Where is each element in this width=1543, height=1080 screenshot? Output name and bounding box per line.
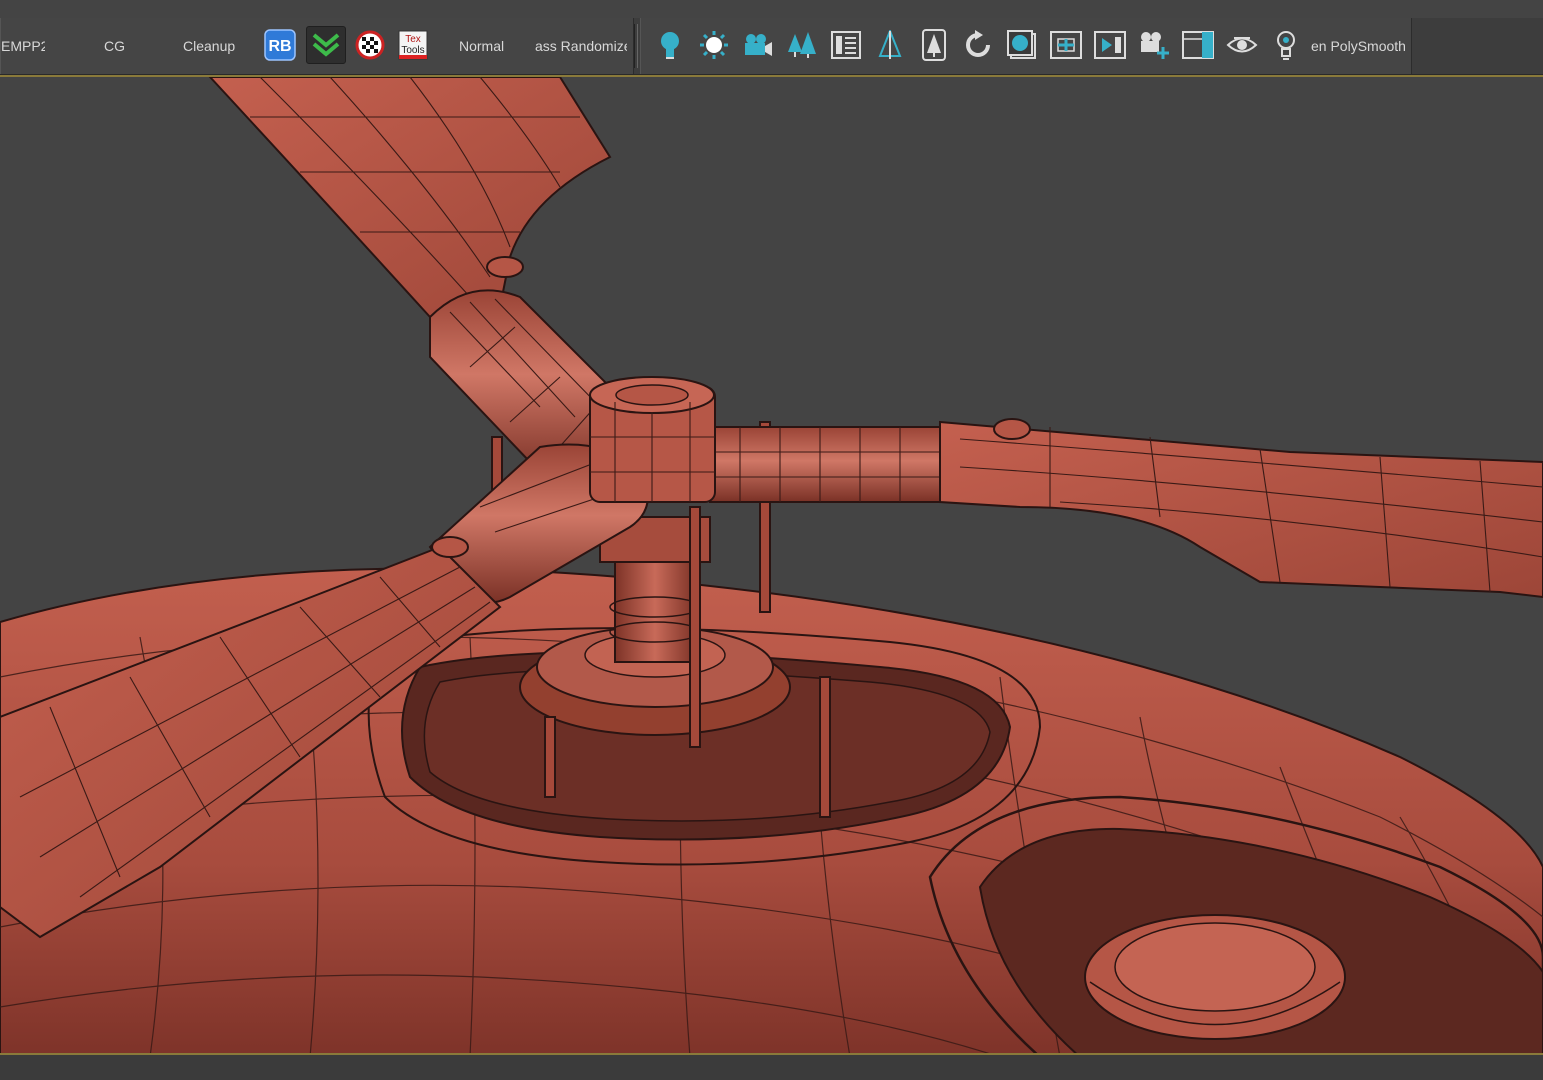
rotor-hub-wireframe-render <box>0 77 1543 1053</box>
viewport-frame-icon[interactable] <box>1181 28 1215 62</box>
camera-icon[interactable] <box>741 28 775 62</box>
normal-button[interactable]: Normal <box>459 37 504 55</box>
perspective-viewport[interactable] <box>0 75 1543 1055</box>
rb-label: RB <box>268 38 291 55</box>
render-frame-icon[interactable] <box>1005 28 1039 62</box>
mass-randomize-button[interactable]: ass Randomize <box>535 37 627 55</box>
rb-script-icon[interactable]: RB <box>263 28 297 62</box>
safe-frame-icon[interactable] <box>1049 28 1083 62</box>
rotor-blade-right <box>709 418 1543 599</box>
forest-icon[interactable] <box>785 28 819 62</box>
double-chevron-down-icon[interactable] <box>306 26 346 64</box>
tree-icon[interactable] <box>873 28 907 62</box>
cg-button[interactable]: CG <box>104 37 125 55</box>
light-bulb-icon[interactable] <box>653 28 687 62</box>
turbosmooth-button[interactable]: en PolySmooth <box>1311 37 1406 55</box>
rotor-blade-top <box>208 77 629 479</box>
empp2-button[interactable]: EMPP2 <box>1 37 45 55</box>
bulb-outline-icon[interactable] <box>1269 28 1303 62</box>
title-strip <box>0 0 1543 18</box>
tree-card-icon[interactable] <box>917 28 951 62</box>
list-panel-icon[interactable] <box>829 28 863 62</box>
sun-light-icon[interactable] <box>697 28 731 62</box>
play-frame-icon[interactable] <box>1093 28 1127 62</box>
rotor-hub <box>589 376 716 503</box>
cleanup-button[interactable]: Cleanup <box>183 37 235 55</box>
svg-text:Tex: Tex <box>405 34 421 45</box>
textools-icon[interactable]: Tex Tools <box>396 28 430 62</box>
toolbar-group-render: en PolySmooth <box>640 18 1412 74</box>
toolbar-group-scripts: EMPP2 CG Cleanup RB Tex Tools Normal ass… <box>0 18 634 74</box>
main-toolbar: EMPP2 CG Cleanup RB Tex Tools Normal ass… <box>0 18 1543 75</box>
toolbar-separator <box>634 24 638 68</box>
camera-add-icon[interactable] <box>1137 28 1171 62</box>
checker-map-icon[interactable] <box>353 28 387 62</box>
eye-icon[interactable] <box>1225 28 1259 62</box>
rotate-icon[interactable] <box>961 28 995 62</box>
svg-text:Tools: Tools <box>401 45 424 56</box>
status-bar <box>0 1055 1543 1080</box>
